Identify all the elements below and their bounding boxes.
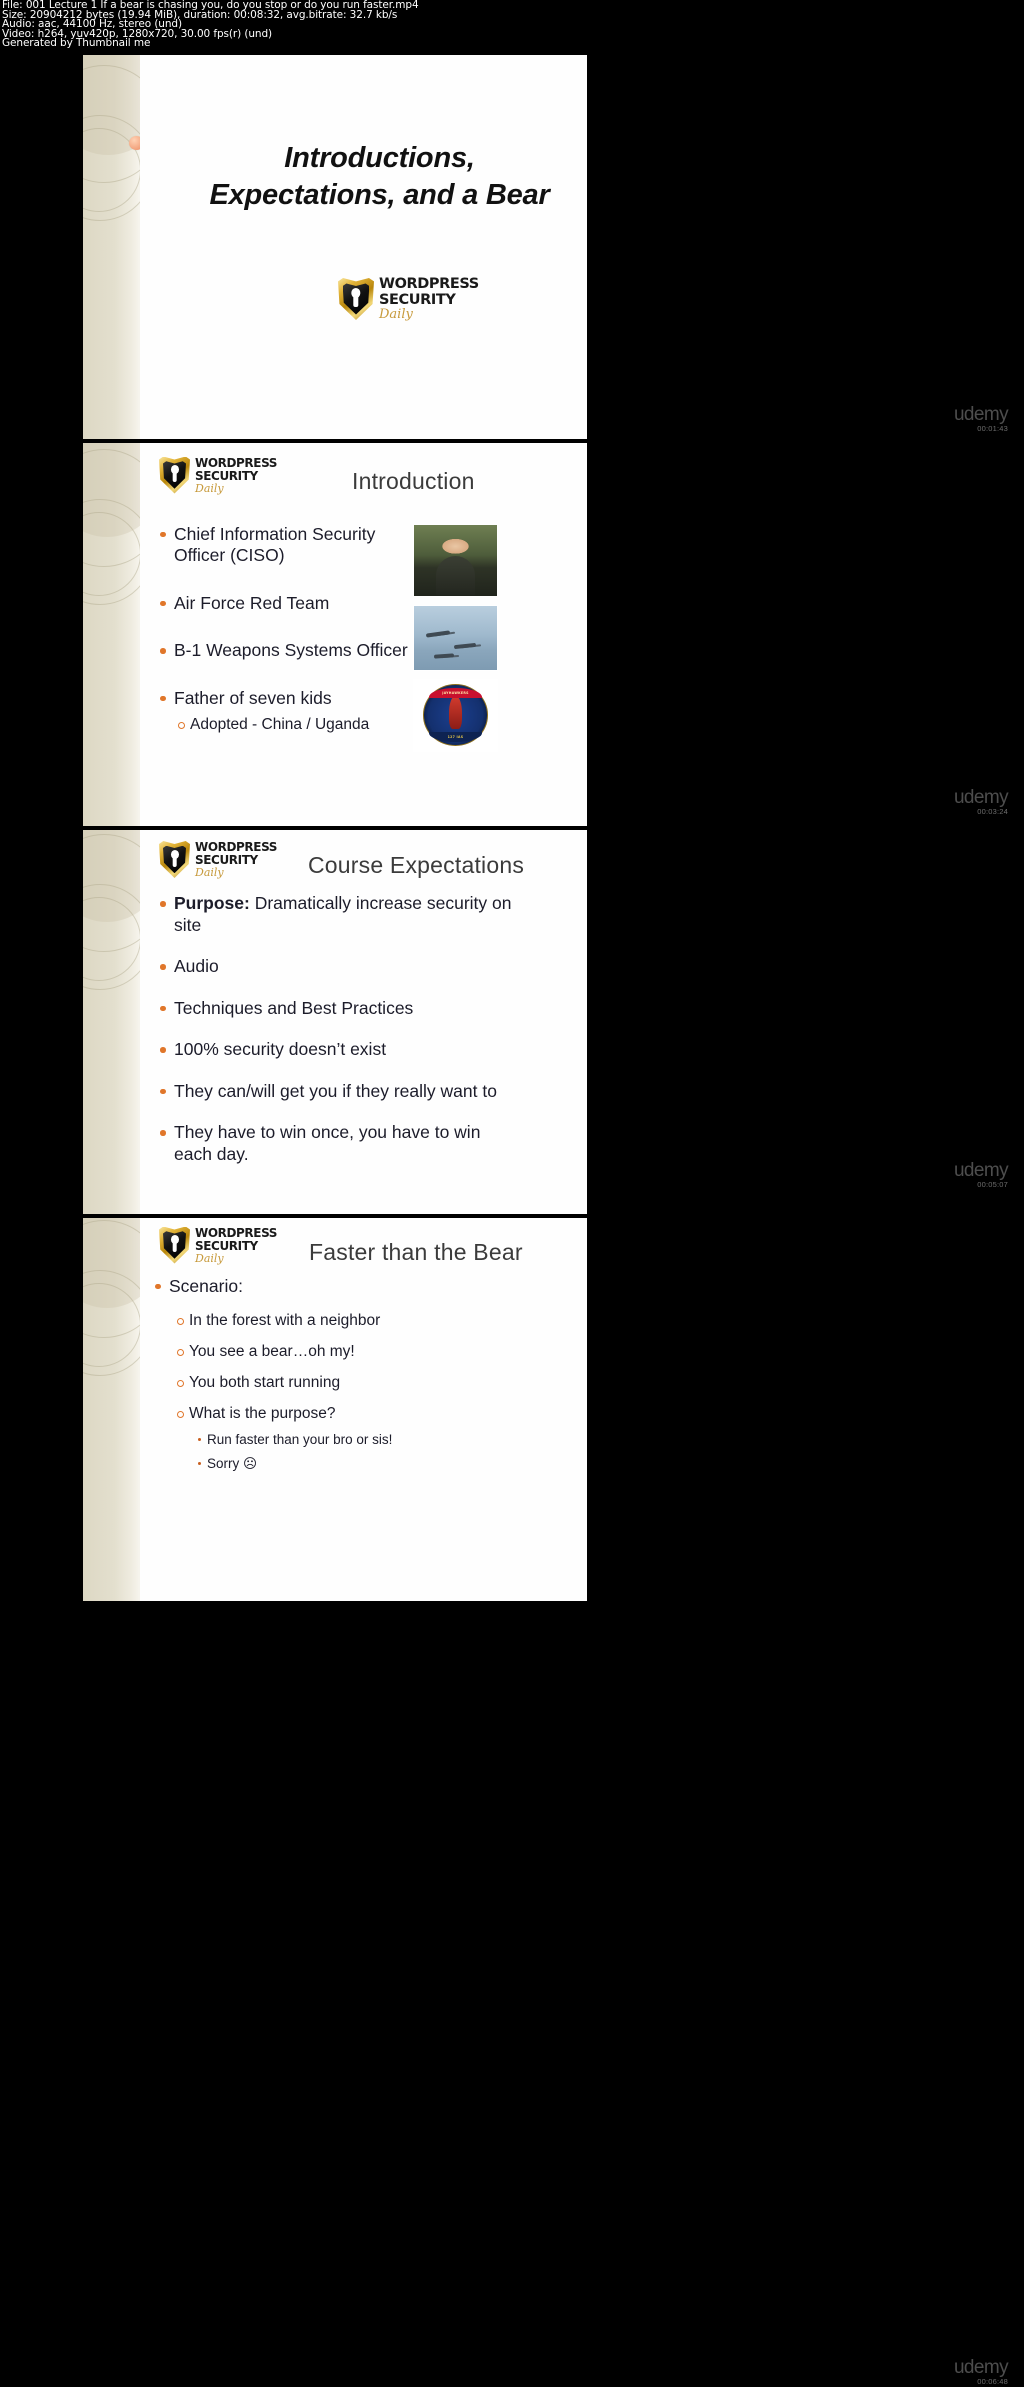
logo-wordmark: WORDPRESS SECURITY Daily (195, 457, 277, 494)
slide-introduction: WORDPRESS SECURITY Daily Introduction Ch… (83, 442, 587, 826)
udemy-brand-label: udemy (953, 787, 1009, 808)
slide-timestamp: 00:03:24 (977, 807, 1008, 816)
slide-body: WORDPRESS SECURITY Daily Course Expectat… (140, 830, 587, 1214)
page-title: Introductions, Expectations, and a Bear (190, 140, 569, 214)
b1-bombers-photo (413, 604, 498, 671)
patch-bottom-text: 127 IAS (429, 732, 482, 743)
list-item: What is the purpose? (174, 1404, 532, 1423)
logo-line-wordpress: WORDPRESS (195, 1225, 278, 1240)
logo-line-wordpress: WORDPRESS (195, 840, 278, 854)
list-item: They can/will get you if they really wan… (157, 1081, 517, 1103)
list-item: Sorry ☹ (194, 1455, 532, 1472)
list-item: Chief Information Security Officer (CISO… (157, 524, 412, 567)
logo-wordmark: WORDPRESS SECURITY Daily (195, 841, 277, 878)
udemy-watermark-2: udemy 00:03:24 (898, 787, 1009, 816)
wordpress-security-daily-logo: WORDPRESS SECURITY Daily (159, 456, 277, 494)
slide-heading: Introduction (352, 467, 475, 494)
list-item: 100% security doesn’t exist (157, 1039, 517, 1061)
title-line-1: Introductions, (284, 142, 475, 174)
theme-left-band (83, 442, 140, 826)
logo-line-daily: Daily (195, 481, 224, 495)
meta-generator-line: Generated by Thumbnail me (2, 37, 151, 50)
sub-bullet-list: Adopted - China / Uganda (175, 715, 412, 734)
slide-timestamp: 00:06:48 (977, 2377, 1008, 2386)
slide-title: Introductions, Expectations, and a Bear … (83, 55, 587, 439)
logo-line-wordpress: WORDPRESS (379, 276, 479, 292)
logo-line-daily: Daily (195, 1251, 224, 1265)
list-item: Purpose: Dramatically increase security … (157, 893, 517, 936)
meta-video-line: Video: h264, yuv420p, 1280x720, 30.00 fp… (2, 27, 273, 40)
list-item: They have to win once, you have to win e… (157, 1122, 517, 1165)
slide-faster-than-the-bear: WORDPRESS SECURITY Daily Faster than the… (83, 1217, 587, 1601)
slide-heading: Faster than the Bear (309, 1238, 523, 1265)
patch-top-text: JAYHAWKERS (429, 687, 482, 698)
udemy-brand-label: udemy (953, 2357, 1009, 2378)
logo-wordmark: WORDPRESS SECURITY Daily (195, 1227, 277, 1264)
logo-line-security: SECURITY (195, 468, 258, 483)
list-item-lead: Purpose: (174, 893, 250, 913)
slide-course-expectations: WORDPRESS SECURITY Daily Course Expectat… (83, 830, 587, 1214)
udemy-watermark-4: udemy 00:06:48 (898, 2357, 1009, 2386)
udemy-brand-label: udemy (953, 404, 1009, 425)
bullet-list: Chief Information Security Officer (CISO… (157, 524, 412, 744)
logo-wordmark: WORDPRESS SECURITY Daily (379, 277, 479, 321)
shield-lock-icon (159, 1226, 190, 1264)
logo-line-wordpress: WORDPRESS (195, 455, 278, 470)
list-item: B-1 Weapons Systems Officer (157, 640, 412, 662)
shield-lock-icon (338, 278, 374, 320)
udemy-watermark-3: udemy 00:05:07 (898, 1160, 1009, 1189)
title-line-2: Expectations, and a Bear (209, 179, 550, 211)
theme-left-band (83, 830, 140, 1214)
patch-emblem: JAYHAWKERS 127 IAS (423, 684, 488, 746)
instructor-photo (413, 523, 498, 597)
list-item: You see a bear…oh my! (174, 1342, 532, 1361)
video-metadata-header: File: 001 Lecture 1 If a bear is chasing… (0, 0, 1024, 49)
thumbnail-contact-sheet: File: 001 Lecture 1 If a bear is chasing… (0, 0, 1024, 2387)
wordpress-security-daily-logo: WORDPRESS SECURITY Daily (338, 277, 479, 321)
list-item: Father of seven kids (157, 688, 412, 710)
sub-sub-bullet-list: Run faster than your bro or sis! Sorry ☹ (194, 1431, 532, 1472)
shield-lock-icon (159, 841, 190, 878)
logo-line-security: SECURITY (195, 853, 258, 867)
slide-body: Introductions, Expectations, and a Bear … (140, 55, 587, 439)
list-item: You both start running (174, 1373, 532, 1392)
logo-line-security: SECURITY (195, 1238, 258, 1253)
logo-line-daily: Daily (379, 307, 413, 322)
list-item: Adopted - China / Uganda (175, 715, 412, 734)
slide-timestamp: 00:01:43 (977, 424, 1008, 433)
logo-line-security: SECURITY (379, 291, 456, 308)
sub-bullet-list: In the forest with a neighbor You see a … (174, 1311, 532, 1472)
wordpress-security-daily-logo: WORDPRESS SECURITY Daily (159, 1226, 277, 1264)
list-item: Run faster than your bro or sis! (194, 1431, 532, 1448)
slide-timestamp: 00:05:07 (977, 1180, 1008, 1189)
bullet-list: Purpose: Dramatically increase security … (157, 893, 517, 1178)
logo-line-daily: Daily (195, 866, 224, 879)
list-item: In the forest with a neighbor (174, 1311, 532, 1330)
udemy-brand-label: udemy (953, 1160, 1009, 1181)
wordpress-security-daily-logo: WORDPRESS SECURITY Daily (159, 841, 277, 878)
slide-filmstrip: Introductions, Expectations, and a Bear … (83, 55, 587, 2387)
bullet-list: Scenario: In the forest with a neighbor … (152, 1276, 532, 1479)
theme-left-band (83, 55, 140, 439)
squadron-patch: JAYHAWKERS 127 IAS (413, 678, 498, 752)
list-item: Air Force Red Team (157, 593, 412, 615)
theme-left-band (83, 1217, 140, 1601)
list-item: Audio (157, 956, 517, 978)
slide-body: WORDPRESS SECURITY Daily Introduction Ch… (140, 442, 587, 826)
list-item: Techniques and Best Practices (157, 998, 517, 1020)
slide-body: WORDPRESS SECURITY Daily Faster than the… (140, 1217, 587, 1601)
slide-heading: Course Expectations (308, 852, 525, 878)
list-item: Scenario: (152, 1276, 532, 1298)
shield-lock-icon (159, 456, 190, 494)
udemy-watermark-1: udemy 00:01:43 (898, 404, 1009, 433)
